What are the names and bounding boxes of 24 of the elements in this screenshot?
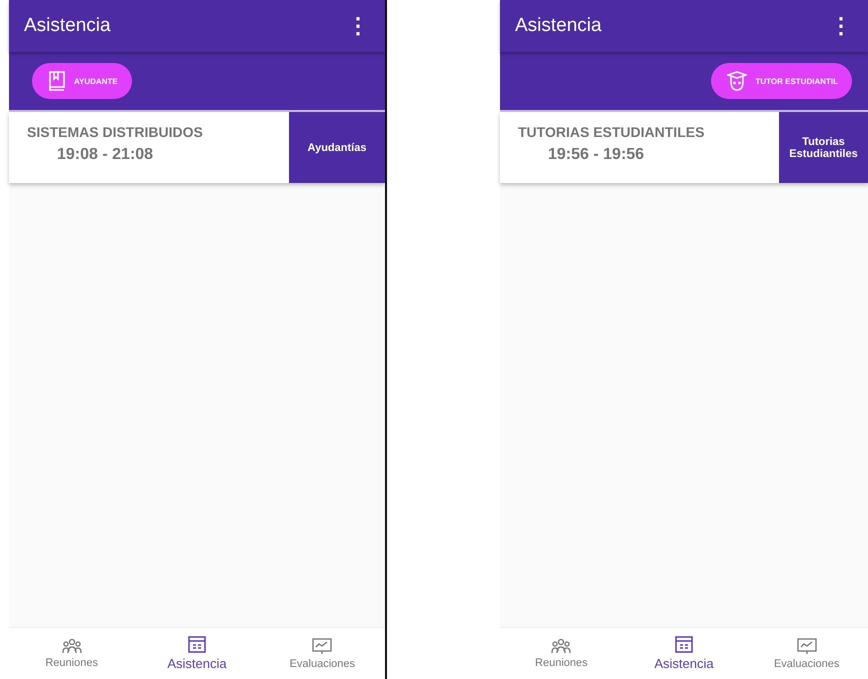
calendar-icon xyxy=(675,636,693,653)
chart-board-icon xyxy=(796,637,817,655)
calendar-icon xyxy=(188,636,206,653)
session-title: TUTORIAS ESTUDIANTILES xyxy=(518,124,704,140)
nav-tab[interactable]: Reuniones xyxy=(9,628,134,679)
people-icon xyxy=(551,638,572,654)
graduate-icon xyxy=(727,70,748,92)
book-icon xyxy=(48,71,66,91)
session-title: SISTEMAS DISTRIBUIDOS xyxy=(27,124,203,140)
session-type-button[interactable]: Ayudantías xyxy=(289,112,385,183)
nav-tab[interactable]: Asistencia xyxy=(134,628,260,679)
nav-tab[interactable]: Asistencia xyxy=(622,628,746,679)
nav-tab[interactable]: Reuniones xyxy=(500,628,623,679)
menu-button[interactable]: ⋮ xyxy=(343,13,373,39)
nav-tab[interactable]: Evaluaciones xyxy=(260,628,385,679)
people-icon xyxy=(62,638,82,654)
chart-board-icon xyxy=(312,637,332,655)
app-title: Asistencia xyxy=(515,15,602,37)
menu-button[interactable]: ⋮ xyxy=(826,13,856,39)
session-time: 19:08 - 21:08 xyxy=(56,146,154,164)
session-time: 19:56 - 19:56 xyxy=(547,146,644,164)
app-title: Asistencia xyxy=(24,15,111,37)
session-type-button[interactable]: Tutorias Estudiantiles xyxy=(779,112,868,183)
nav-tab[interactable]: Evaluaciones xyxy=(745,628,868,679)
